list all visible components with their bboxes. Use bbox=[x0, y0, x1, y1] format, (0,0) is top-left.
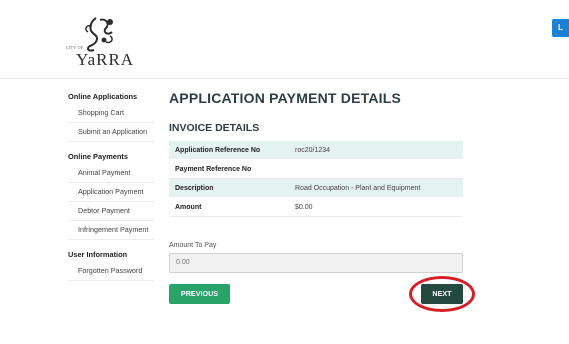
sidebar-nav: Online Applications Shopping Cart Submit… bbox=[68, 90, 154, 289]
sidebar-item-submit-application[interactable]: Submit an Application bbox=[68, 123, 154, 142]
table-row: Description Road Occupation - Plant and … bbox=[169, 178, 463, 198]
sidebar-heading: Online Applications bbox=[68, 92, 138, 101]
sidebar-group-online-payments: Online Payments Animal Payment Applicati… bbox=[68, 150, 154, 240]
logo-wordmark: YaRRA bbox=[76, 50, 135, 69]
row-label: Application Reference No bbox=[169, 141, 289, 160]
sidebar-item-animal-payment[interactable]: Animal Payment bbox=[68, 164, 154, 183]
sidebar-item-shopping-cart[interactable]: Shopping Cart bbox=[68, 104, 154, 123]
sidebar-group-user-information: User Information Forgotten Password bbox=[68, 248, 154, 281]
table-row: Application Reference No roc20/1234 bbox=[169, 141, 463, 160]
previous-button[interactable]: PREVIOUS bbox=[169, 284, 230, 304]
sidebar-item-application-payment[interactable]: Application Payment bbox=[68, 183, 154, 202]
page-title: APPLICATION PAYMENT DETAILS bbox=[169, 90, 402, 106]
row-label: Payment Reference No bbox=[169, 159, 289, 179]
section-title: INVOICE DETAILS bbox=[169, 122, 260, 134]
sidebar-item-forgotten-password[interactable]: Forgotten Password bbox=[68, 262, 154, 281]
amount-to-pay-field[interactable]: 0.00 bbox=[169, 253, 463, 273]
site-header: CITY OF YaRRA L bbox=[0, 0, 569, 79]
sidebar-heading: User Information bbox=[68, 250, 128, 259]
sidebar-item-infringement-payment[interactable]: Infringement Payment bbox=[68, 221, 154, 240]
table-row: Amount $0.00 bbox=[169, 197, 463, 217]
table-row: Payment Reference No bbox=[169, 159, 463, 179]
row-value: $0.00 bbox=[289, 197, 463, 217]
sidebar-heading: Online Payments bbox=[68, 152, 128, 161]
row-value: roc20/1234 bbox=[289, 141, 463, 160]
row-label: Description bbox=[169, 178, 289, 198]
invoice-details-table: Application Reference No roc20/1234 Paym… bbox=[169, 141, 463, 217]
row-value: Road Occupation - Plant and Equipment bbox=[289, 178, 463, 198]
row-value bbox=[289, 159, 463, 179]
row-label: Amount bbox=[169, 197, 289, 217]
sidebar-group-online-applications: Online Applications Shopping Cart Submit… bbox=[68, 90, 154, 142]
sidebar-item-debtor-payment[interactable]: Debtor Payment bbox=[68, 202, 154, 221]
next-highlight-circle bbox=[409, 276, 475, 312]
amount-to-pay-label: Amount To Pay bbox=[169, 242, 217, 249]
login-button[interactable]: L bbox=[552, 19, 569, 37]
